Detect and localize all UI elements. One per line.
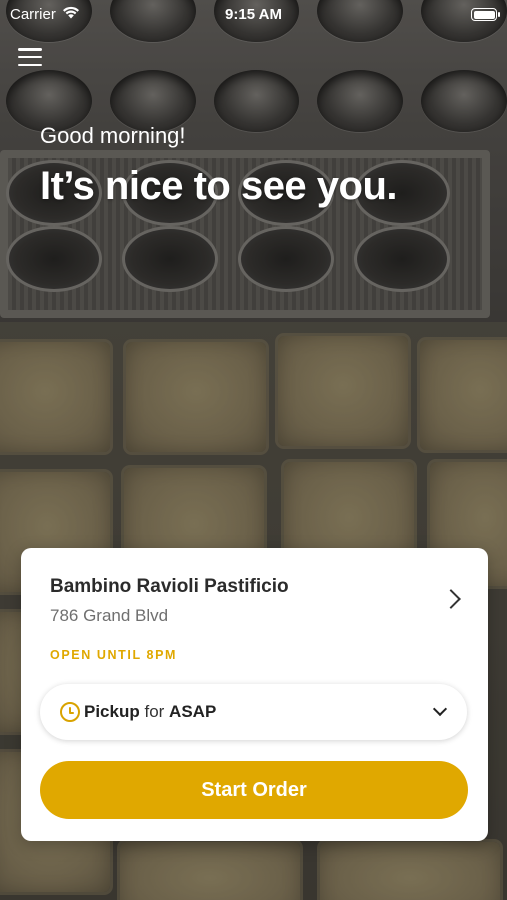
battery-icon bbox=[471, 8, 500, 21]
clock-time: 9:15 AM bbox=[225, 6, 282, 23]
status-bar: Carrier 9:15 AM bbox=[0, 0, 507, 30]
store-address: 786 Grand Blvd bbox=[50, 606, 169, 625]
open-status-label: OPEN UNTIL 8PM bbox=[50, 648, 178, 662]
start-order-button[interactable]: Start Order bbox=[40, 761, 468, 819]
hamburger-menu-icon[interactable] bbox=[18, 46, 42, 68]
chevron-down-icon bbox=[432, 701, 448, 717]
order-mode-time: ASAP bbox=[169, 702, 217, 721]
order-mode-type: Pickup bbox=[84, 702, 140, 721]
clock-icon bbox=[60, 702, 80, 722]
order-mode-connector: for bbox=[139, 702, 170, 721]
store-card: Bambino Ravioli Pastificio 786 Grand Blv… bbox=[21, 548, 488, 841]
chevron-right-icon bbox=[441, 589, 461, 609]
order-mode-text: Pickup for ASAP bbox=[84, 702, 216, 722]
store-info-row[interactable]: Bambino Ravioli Pastificio 786 Grand Blv… bbox=[21, 548, 488, 638]
greeting-text: Good morning! bbox=[40, 123, 186, 148]
headline-text: It’s nice to see you. bbox=[40, 164, 398, 208]
order-mode-selector[interactable]: Pickup for ASAP bbox=[40, 684, 467, 740]
store-name: Bambino Ravioli Pastificio bbox=[50, 576, 289, 597]
